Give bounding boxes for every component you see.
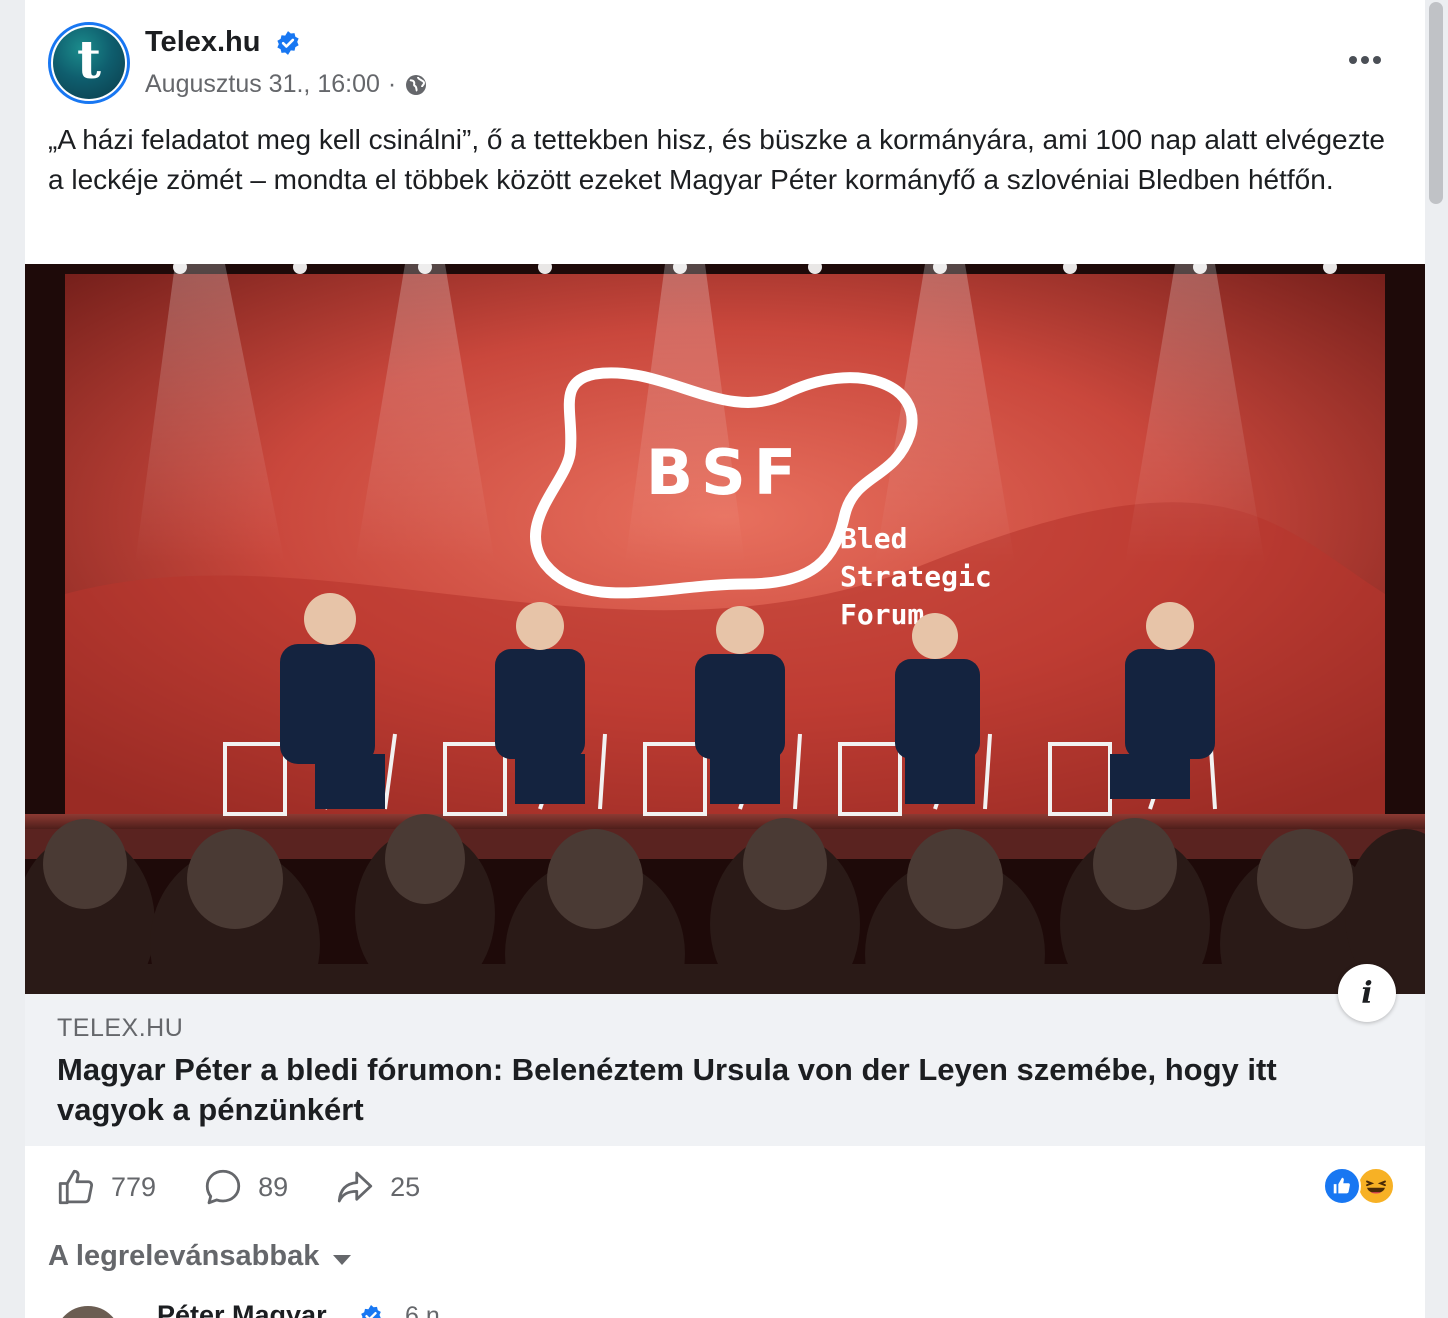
comment-sort-dropdown[interactable]: A legrelevánsabbak [48,1240,352,1273]
link-title[interactable]: Magyar Péter a bledi fórumon: Belenéztem… [57,1050,1387,1130]
globe-icon [406,74,427,95]
logo-letter: t [76,30,102,91]
like-count: 779 [111,1171,157,1202]
post-card: t Telex.hu Augusztus 31., 16:00 · „A ház… [25,0,1425,1318]
scrollbar[interactable] [1428,0,1444,1318]
thumbs-up-icon [58,1169,94,1205]
scrollbar-thumb[interactable] [1429,2,1443,204]
sort-label: A legrelevánsabbak [48,1240,320,1272]
comment-bubble-icon [205,1169,241,1205]
more-options-icon[interactable] [1345,46,1385,74]
post-photo[interactable]: BSF Bled Strategic Forum [25,264,1425,994]
link-preview[interactable]: TELEX.HU Magyar Péter a bledi fórumon: B… [25,964,1425,1146]
post-body-text: „A házi feladatot meg kell csinálni”, ő … [48,124,1385,195]
forum-name-line1: Bled [840,522,907,555]
forum-name-line3: Forum [840,598,924,631]
comment-time[interactable]: 6 n [405,1302,440,1318]
caret-down-icon [333,1254,352,1265]
share-button[interactable]: 25 [334,1166,420,1208]
telex-logo: t [53,27,125,99]
page-name[interactable]: Telex.hu [145,26,261,59]
share-count: 25 [390,1171,421,1202]
post-meta: Augusztus 31., 16:00 · [145,70,428,99]
post-timestamp[interactable]: Augusztus 31., 16:00 [145,70,380,99]
page-avatar[interactable]: t [48,22,130,104]
info-glyph: i [1361,975,1373,1011]
verified-badge-icon [277,31,299,55]
forum-name-line2: Strategic [840,560,992,593]
like-button[interactable]: 779 [55,1166,156,1208]
forum-stage-photo: BSF Bled Strategic Forum [25,264,1425,994]
haha-reaction-icon [1357,1167,1395,1205]
info-icon[interactable]: i [1338,964,1396,1022]
bsf-logo-text: BSF [646,436,804,509]
verified-badge-icon [361,1305,381,1318]
share-arrow-icon [337,1171,373,1203]
link-domain: TELEX.HU [57,1014,184,1042]
reaction-summary[interactable] [1323,1167,1401,1207]
comment-avatar[interactable] [53,1304,123,1318]
comment-count: 89 [258,1171,289,1202]
like-reaction-icon [1323,1167,1361,1205]
meta-separator: · [387,70,397,98]
comment-button[interactable]: 89 [202,1166,288,1208]
comment-author[interactable]: Péter Magyar [157,1300,327,1318]
action-bar: 779 89 25 [55,1163,466,1211]
